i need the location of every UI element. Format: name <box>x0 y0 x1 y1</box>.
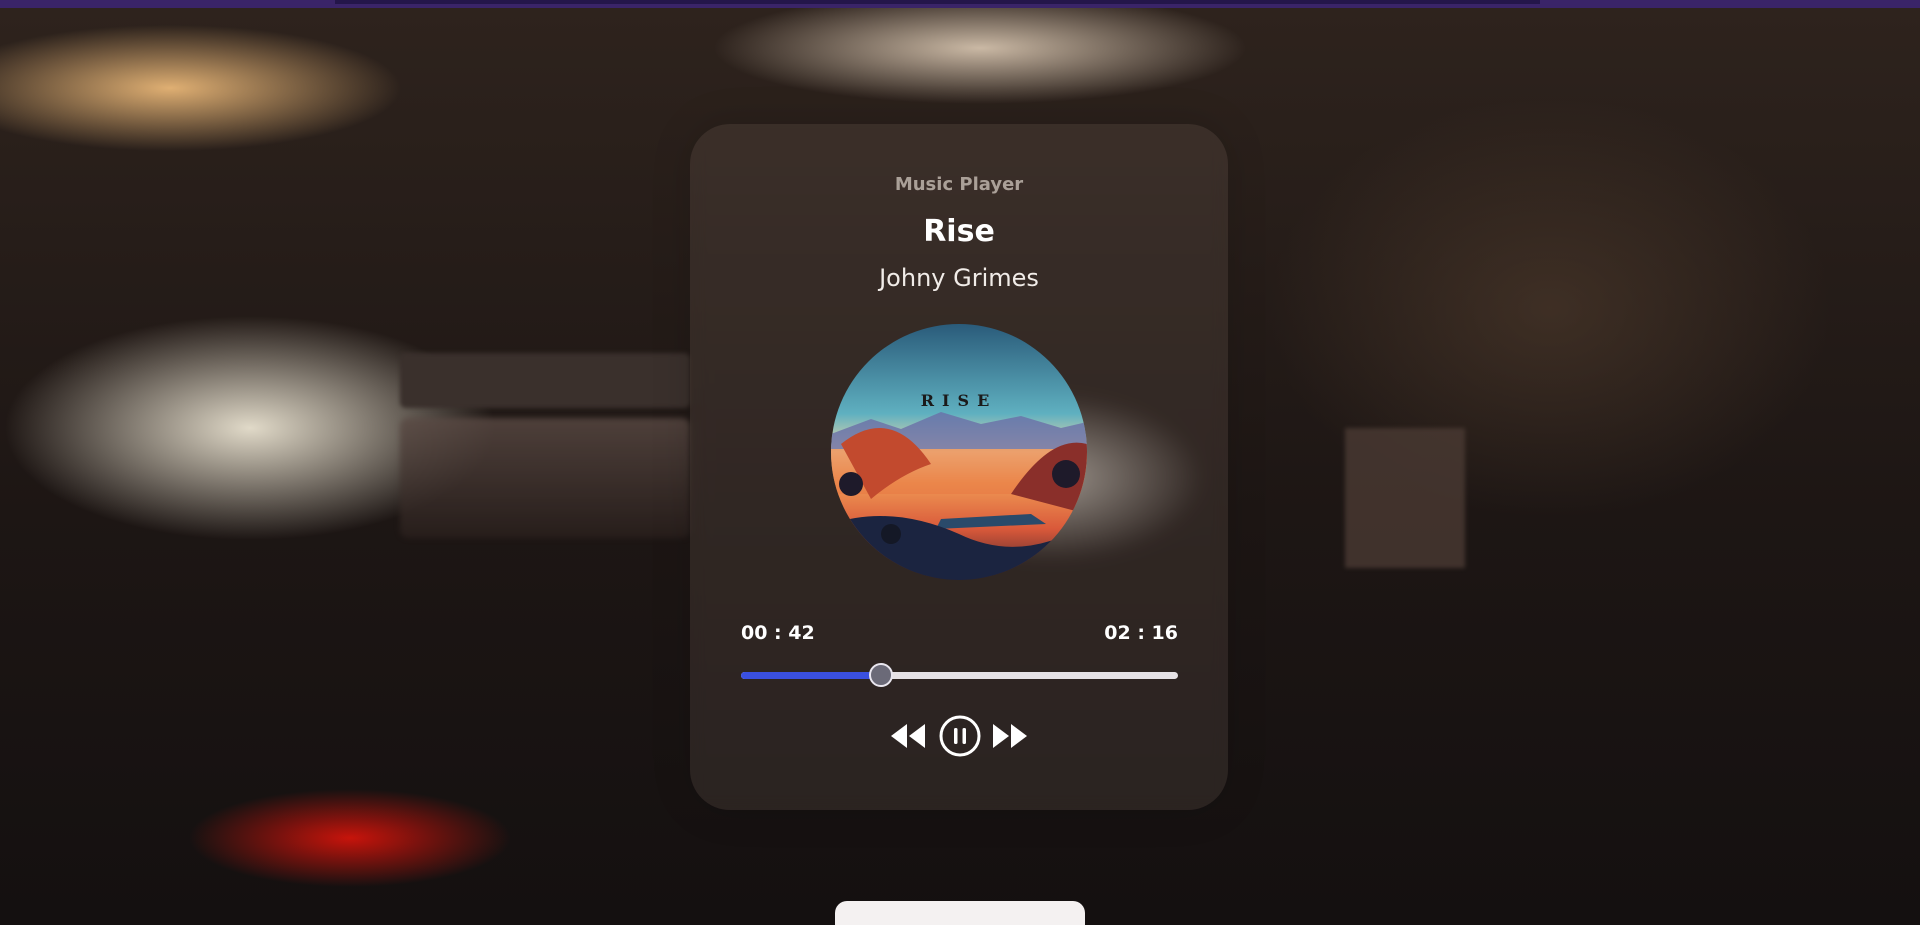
playback-controls <box>690 714 1228 758</box>
top-bar-highlight <box>335 0 1540 4</box>
artist-name: Johny Grimes <box>879 264 1039 292</box>
progress-thumb[interactable] <box>868 663 893 687</box>
album-cover: RISE <box>831 324 1087 580</box>
current-time: 00 : 42 <box>741 622 815 644</box>
progress-fill <box>741 672 881 679</box>
pause-circle-icon <box>939 715 981 757</box>
fast-forward-icon <box>993 724 1027 748</box>
fast-forward-button[interactable] <box>991 714 1029 758</box>
cover-text: RISE <box>921 391 998 410</box>
progress-slider[interactable] <box>741 663 1178 687</box>
music-player-card: Music Player Rise Johny Grimes RISE 00:… <box>690 124 1228 810</box>
player-label: Music Player <box>894 174 1024 195</box>
rewind-button[interactable] <box>889 714 927 758</box>
bottom-panel-tab[interactable] <box>835 901 1085 925</box>
browser-top-bar <box>0 0 1920 8</box>
turntable-cartridge <box>400 418 690 538</box>
song-title: Rise <box>923 214 995 249</box>
total-time: 02 : 16 <box>1104 622 1178 644</box>
turntable-arm <box>400 353 690 408</box>
turntable-post <box>1345 428 1465 568</box>
play-pause-button[interactable] <box>938 714 982 758</box>
rewind-icon <box>891 724 925 748</box>
